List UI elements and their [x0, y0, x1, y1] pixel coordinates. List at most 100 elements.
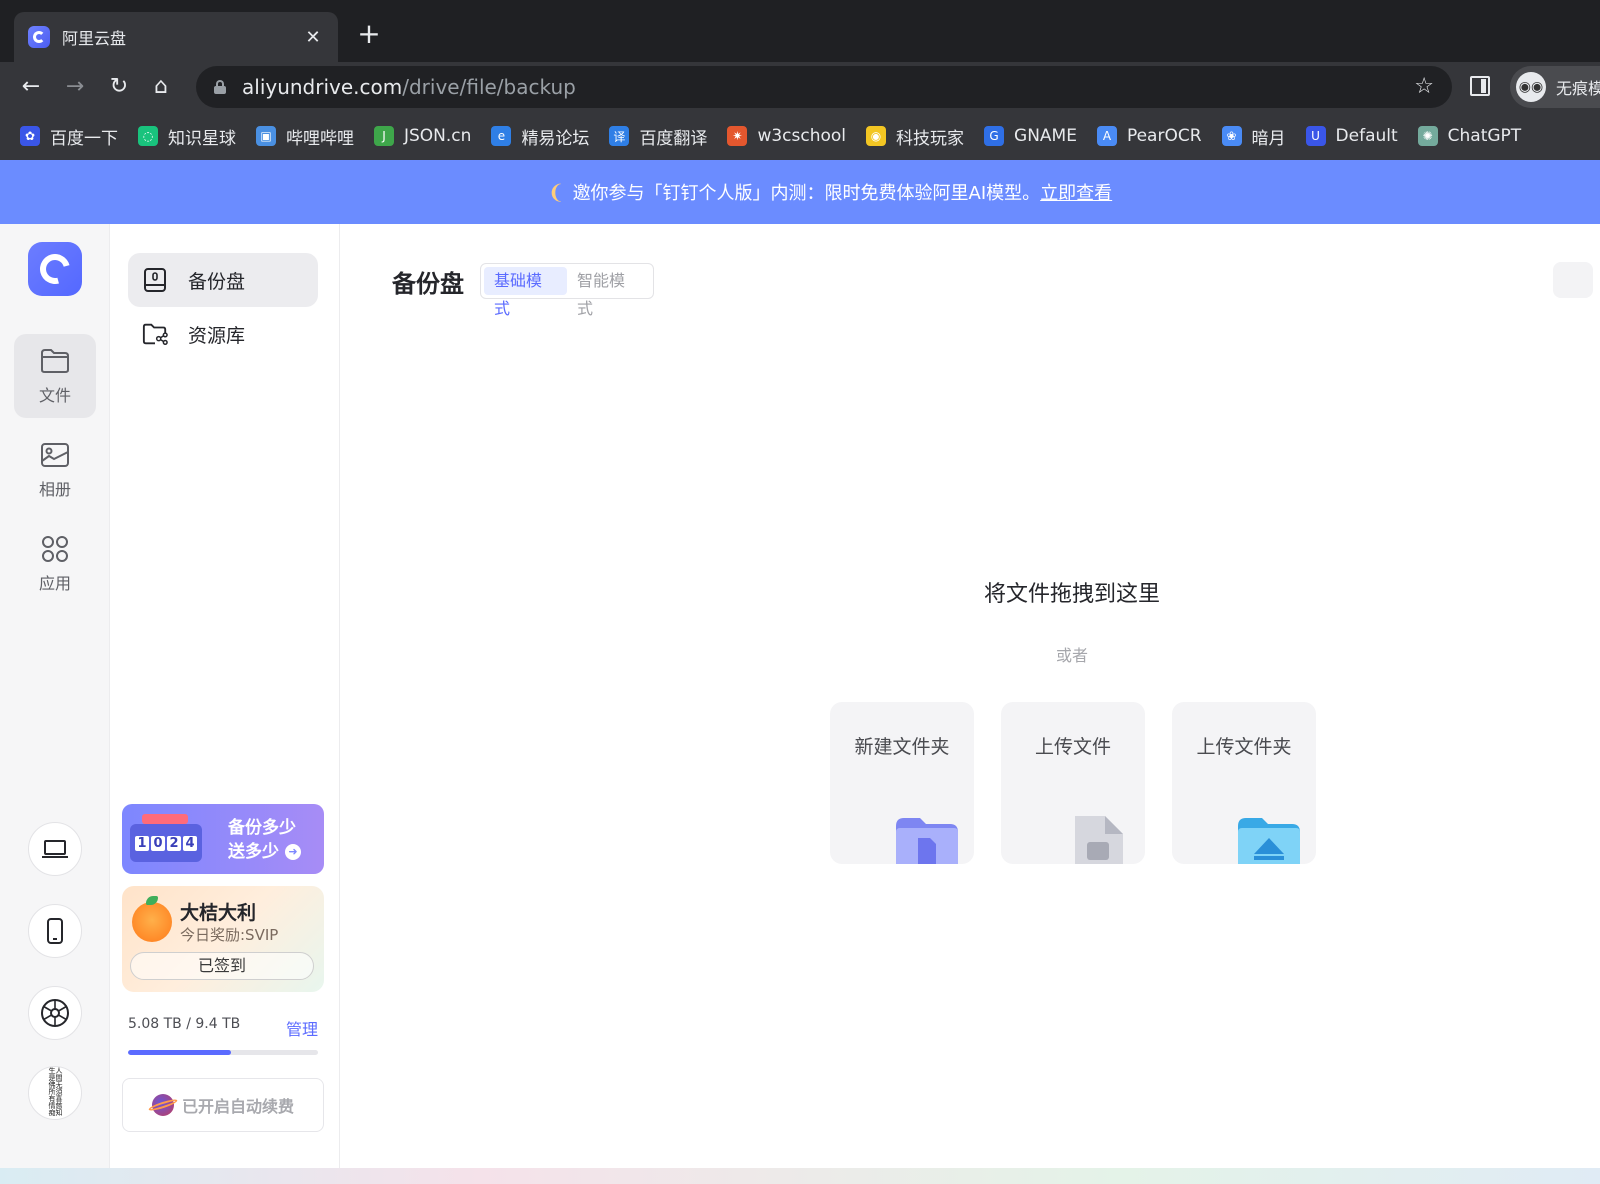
incognito-icon: ◉◉ [1516, 72, 1546, 102]
json-icon: J [374, 126, 394, 146]
bookmark-label: 哔哩哔哩 [286, 128, 354, 149]
backup-drive-icon [142, 267, 168, 293]
bookmark-label: Default [1335, 126, 1398, 146]
new-folder-button[interactable]: 新建文件夹 [830, 702, 974, 864]
promo-text: 备份多少 送多少 ➜ [228, 816, 301, 864]
drop-zone-or: 或者 [1055, 646, 1088, 665]
bookmark-label: w3cschool [757, 126, 847, 146]
bookmark-label: ChatGPT [1447, 126, 1522, 146]
chatgpt-icon: ✺ [1417, 126, 1438, 146]
bookmark-label: 暗月 [1251, 128, 1286, 149]
upload-folder-button[interactable]: 上传文件夹 [1172, 702, 1316, 864]
anyue-icon: ❀ [1221, 126, 1242, 146]
home-icon[interactable]: ⌂ [146, 72, 176, 102]
bookmark-item[interactable]: ✷ w3cschool [727, 126, 846, 146]
rail-item-apps[interactable]: 应用 [14, 522, 96, 606]
bookmark-item[interactable]: A PearOCR [1096, 126, 1202, 146]
jingyi-icon: e [491, 126, 512, 146]
forward-icon[interactable]: → [60, 72, 90, 102]
desktop-client-button[interactable] [28, 822, 82, 876]
pearocr-icon: A [1096, 126, 1117, 146]
bookmark-item[interactable]: J JSON.cn [374, 126, 471, 146]
checkin-subtitle: 今日奖励:SVIP [180, 926, 279, 944]
avatar[interactable]: 人間无須喜慈知生是佛所有情痴 [28, 1066, 82, 1120]
bookmark-item[interactable]: ✺ ChatGPT [1417, 126, 1522, 146]
promo-digit: 4 [183, 835, 197, 851]
sidebar-item-backup[interactable]: 备份盘 [128, 253, 318, 307]
promo-banner: ❨ 邀你参与「钉钉个人版」内测：限时免费体验阿里AI模型。 立即查看 [0, 160, 1600, 224]
banner-link[interactable]: 立即查看 [1040, 179, 1112, 205]
bookmark-item[interactable]: ◌ 知识星球 [138, 124, 236, 149]
page-title: 备份盘 [392, 270, 464, 298]
bookmark-item[interactable]: 译百度翻译 [609, 124, 707, 149]
sidebar-item-resource[interactable]: 资源库 [128, 307, 318, 361]
mode-basic-button[interactable]: 基础模式 [484, 267, 567, 318]
bookmark-item[interactable]: U Default [1305, 126, 1398, 146]
mode-smart-button[interactable]: 智能模式 [567, 267, 650, 318]
bookmark-item[interactable]: ✿ 百度一下 [20, 124, 118, 149]
tab-close-icon[interactable]: ✕ [302, 27, 324, 48]
gname-icon: G [984, 126, 1005, 146]
rail-label-files: 文件 [38, 386, 71, 405]
bookmark-item[interactable]: ❀ 暗月 [1221, 124, 1286, 149]
incognito-button[interactable]: ◉◉ 无痕模式 [1510, 66, 1600, 108]
bookmark-item[interactable]: G GNAME [984, 126, 1077, 146]
bookmark-item[interactable]: e 精易论坛 [491, 124, 589, 149]
upload-file-label: 上传文件 [1034, 736, 1111, 758]
default-icon: U [1305, 126, 1326, 146]
bookmark-label: 百度翻译 [639, 128, 708, 149]
bookmark-star-icon[interactable]: ☆ [1414, 74, 1434, 99]
checkin-button[interactable]: 已签到 [130, 952, 314, 980]
new-tab-button[interactable]: + [352, 18, 386, 52]
apps-icon [40, 534, 70, 564]
folder-icon [40, 346, 70, 376]
drop-zone-title: 将文件拖拽到这里 [983, 582, 1160, 607]
browser-tab[interactable]: 阿里云盘 ✕ [14, 12, 338, 62]
mobile-client-button[interactable] [28, 904, 82, 958]
translate-icon: 译 [609, 126, 630, 146]
storage-manage-link[interactable]: 管理 [286, 1016, 318, 1040]
checkin-card: 大桔大利 今日奖励:SVIP 已签到 [122, 886, 324, 992]
bookmark-label: JSON.cn [404, 126, 472, 146]
search-button[interactable] [1553, 262, 1593, 298]
phone-icon [47, 918, 63, 944]
storage-bar [128, 1050, 318, 1055]
bookmark-item[interactable]: ▣ 哔哩哔哩 [256, 124, 354, 149]
mode-switch: 基础模式 智能模式 [480, 263, 654, 318]
address-bar[interactable]: aliyundrive.com/drive/file/backup ☆ [196, 66, 1452, 108]
nav-rail: 文件 相册 应用 人間无須喜慈知生是佛所有情痴 [0, 224, 110, 1168]
backup-promo-card[interactable]: 1 0 2 4 备份多少 送多少 ➜ [122, 804, 324, 874]
side-panel-icon[interactable] [1470, 76, 1490, 96]
checkin-title: 大桔大利 [180, 902, 257, 924]
rail-label-album: 相册 [38, 480, 71, 499]
reload-icon[interactable]: ↻ [104, 72, 134, 102]
promo-counter-top [142, 814, 188, 824]
arrow-right-icon: ➜ [284, 844, 301, 860]
aliyundrive-favicon-icon [28, 26, 50, 48]
autorenew-button[interactable]: 已开启自动续费 [122, 1078, 324, 1132]
lock-icon [214, 80, 226, 94]
rail-item-files[interactable]: 文件 [14, 334, 96, 418]
browser-toolbar: ← → ↻ ⌂ aliyundrive.com/drive/file/backu… [0, 62, 1600, 112]
settings-button[interactable] [28, 986, 82, 1040]
planet-icon [151, 1094, 174, 1116]
upload-file-button[interactable]: 上传文件 [1001, 702, 1145, 864]
incognito-label: 无痕模式 [1556, 79, 1600, 98]
promo-line2: 送多少 [228, 842, 279, 862]
rail-item-album[interactable]: 相册 [14, 428, 96, 512]
orange-mascot-icon [132, 896, 172, 942]
upload-folder-icon [1238, 818, 1300, 864]
promo-digit: 1 [135, 835, 149, 851]
back-icon[interactable]: ← [16, 72, 46, 102]
sidebar-label-backup: 备份盘 [188, 270, 246, 293]
url-path: /drive/file/backup [402, 75, 576, 99]
upload-folder-label: 上传文件夹 [1196, 736, 1292, 758]
autorenew-label: 已开启自动续费 [181, 1097, 294, 1116]
taskbar-strip [0, 1168, 1600, 1184]
promo-line1: 备份多少 [228, 818, 296, 838]
bookmark-item[interactable]: ◉ 科技玩家 [866, 124, 964, 149]
aliyundrive-logo-icon[interactable] [28, 242, 82, 296]
bilibili-icon: ▣ [256, 126, 276, 146]
sidebar-label-resource: 资源库 [188, 324, 246, 347]
new-folder-label: 新建文件夹 [854, 736, 950, 758]
